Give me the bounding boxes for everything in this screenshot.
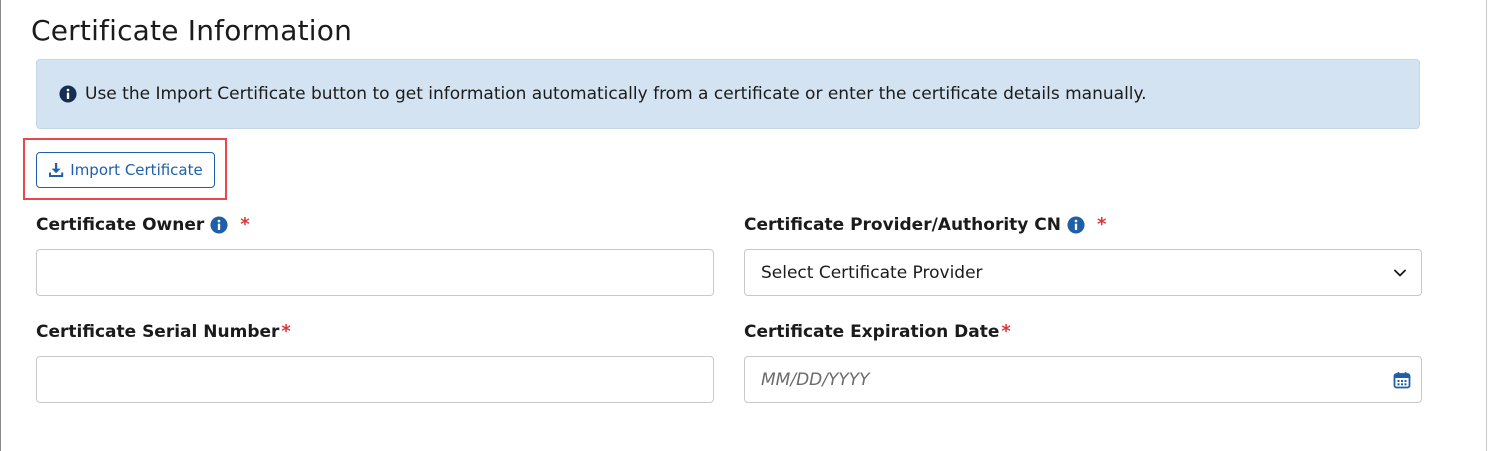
- certificate-expiration-label: Certificate Expiration Date *: [744, 321, 1011, 342]
- info-icon[interactable]: [1067, 215, 1085, 234]
- calendar-icon[interactable]: [1393, 371, 1411, 389]
- required-marker: *: [240, 214, 250, 235]
- certificate-serial-input[interactable]: [36, 356, 714, 403]
- required-marker: *: [1097, 214, 1107, 235]
- certificate-owner-input[interactable]: [36, 249, 714, 296]
- page-scrollbar-edge: [1486, 0, 1487, 451]
- certificate-serial-label-text: Certificate Serial Number: [36, 321, 280, 342]
- alert-text: Use the Import Certificate button to get…: [85, 84, 1147, 104]
- certificate-owner-label-text: Certificate Owner: [36, 214, 205, 235]
- download-icon: [49, 163, 64, 177]
- info-alert: Use the Import Certificate button to get…: [36, 59, 1420, 129]
- import-certificate-label: Import Certificate: [70, 161, 203, 179]
- certificate-provider-selected: Select Certificate Provider: [761, 262, 983, 283]
- section-title: Certificate Information: [31, 14, 353, 47]
- info-icon: [59, 85, 77, 103]
- import-certificate-button[interactable]: Import Certificate: [36, 152, 215, 188]
- certificate-provider-label: Certificate Provider/Authority CN *: [744, 214, 1106, 235]
- certificate-serial-label: Certificate Serial Number *: [36, 321, 291, 342]
- certificate-owner-label: Certificate Owner *: [36, 214, 250, 235]
- required-marker: *: [281, 321, 291, 342]
- certificate-expiration-input[interactable]: MM/DD/YYYY: [744, 356, 1422, 403]
- chevron-down-icon: [1394, 269, 1406, 276]
- certificate-expiration-label-text: Certificate Expiration Date: [744, 321, 1000, 342]
- required-marker: *: [1001, 321, 1011, 342]
- certificate-provider-label-text: Certificate Provider/Authority CN: [744, 214, 1061, 235]
- info-icon[interactable]: [210, 215, 228, 234]
- certificate-provider-select[interactable]: Select Certificate Provider: [744, 249, 1422, 296]
- page-left-border: [0, 0, 1, 451]
- date-placeholder: MM/DD/YYYY: [761, 369, 870, 390]
